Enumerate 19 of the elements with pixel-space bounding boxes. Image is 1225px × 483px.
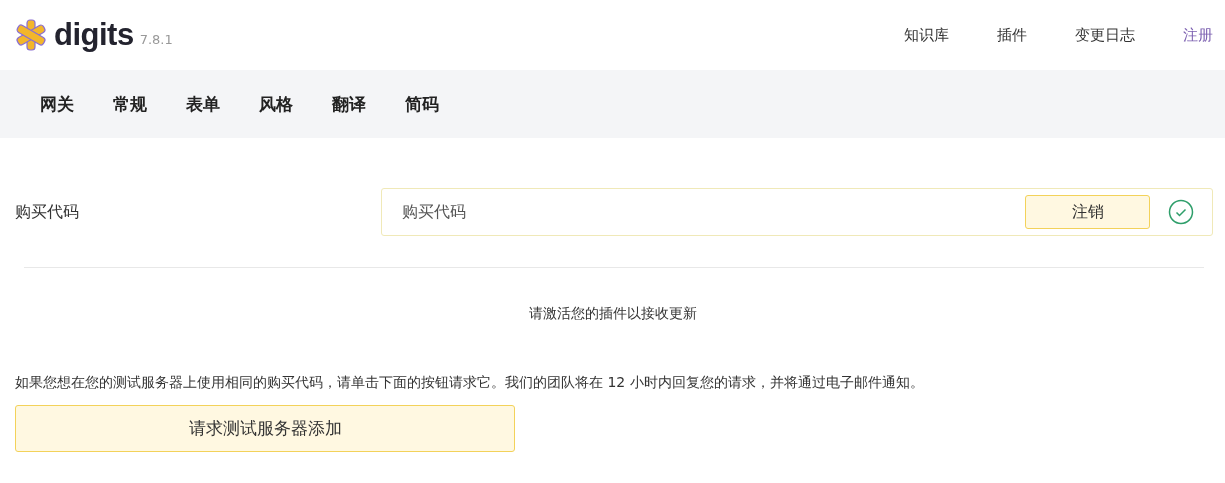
settings-tab[interactable]: 翻译 <box>332 92 366 116</box>
purchase-code-field[interactable]: 购买代码 注销 <box>381 188 1213 236</box>
nav-link[interactable]: 变更日志 <box>1075 25 1135 45</box>
field-label: 购买代码 <box>15 201 80 223</box>
info-paragraph: 如果您想在您的测试服务器上使用相同的购买代码，请单击下面的按钮请求它。我们的团队将在 12 小时内回复您的请求，并将通过电子邮件通知。 <box>15 374 925 392</box>
nav-link[interactable]: 知识库 <box>904 25 949 45</box>
request-button[interactable]: 请求测试服务器添加 <box>15 405 515 452</box>
settings-tab[interactable]: 简码 <box>405 92 439 116</box>
nav-link[interactable]: 插件 <box>997 25 1027 45</box>
nav-link[interactable]: 注册 <box>1183 25 1213 45</box>
settings-tab[interactable]: 风格 <box>259 92 293 116</box>
version-label: 7.8.1 <box>139 31 173 47</box>
notice-text: 请激活您的插件以接收更新 <box>527 305 698 323</box>
brand-name: digits <box>54 17 134 53</box>
settings-tab[interactable]: 常规 <box>113 92 147 116</box>
asterisk-logo-icon <box>14 18 48 52</box>
logout-button[interactable]: 注销 <box>1025 195 1150 229</box>
settings-tab[interactable]: 表单 <box>186 92 220 116</box>
settings-tab[interactable]: 网关 <box>40 92 74 116</box>
